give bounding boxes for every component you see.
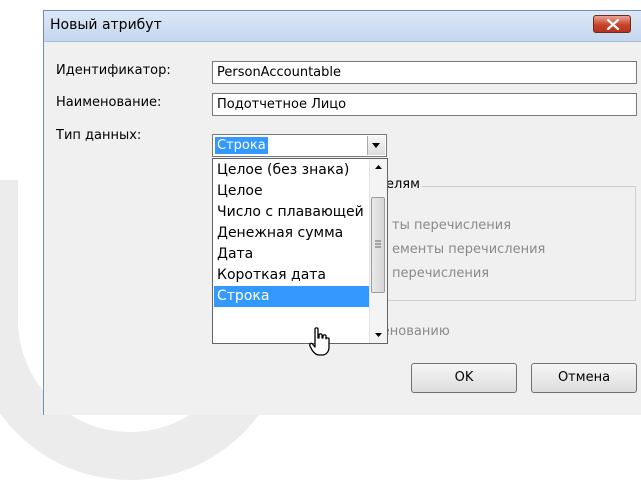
radio-option-1-label[interactable]: ты перечисления	[392, 218, 511, 233]
identifier-field[interactable]: PersonAccountable	[212, 61, 637, 84]
list-item[interactable]: Дата	[214, 244, 369, 265]
identifier-label: Идентификатор:	[56, 63, 171, 78]
new-attribute-dialog: Новый атрибут Идентификатор: PersonAccou…	[43, 10, 641, 415]
title-bar[interactable]: Новый атрибут	[44, 11, 641, 42]
list-item[interactable]: Короткая дата	[214, 265, 369, 286]
datatype-dropdown-list[interactable]: Целое (без знака) Целое Число с плавающе…	[212, 158, 388, 344]
group-title: елям	[384, 177, 422, 192]
dialog-body: Идентификатор: PersonAccountable Наимено…	[44, 42, 641, 415]
list-item[interactable]: Число с плавающей	[214, 202, 369, 223]
name-label: Наименование:	[56, 95, 162, 110]
radio-option-3-label[interactable]: перечисления	[392, 266, 489, 281]
chevron-down-icon[interactable]	[367, 136, 385, 155]
scrollbar-thumb[interactable]	[371, 197, 385, 293]
close-icon	[606, 19, 620, 30]
list-item[interactable]: Целое (без знака)	[214, 160, 369, 181]
datatype-selected-value: Строка	[215, 137, 268, 154]
hand-cursor-icon	[309, 327, 330, 356]
datatype-label: Тип данных:	[56, 128, 142, 143]
dropdown-scrollbar[interactable]	[369, 159, 387, 343]
list-item[interactable]: Денежная сумма	[214, 223, 369, 244]
dialog-title: Новый атрибут	[50, 17, 162, 33]
cancel-button[interactable]: Отмена	[531, 363, 637, 393]
scroll-down-icon[interactable]	[370, 326, 387, 343]
ok-button[interactable]: OK	[411, 363, 517, 393]
close-button[interactable]	[593, 15, 631, 33]
radio-option-2-label[interactable]: ементы перечисления	[392, 242, 545, 257]
scroll-up-icon[interactable]	[370, 159, 387, 176]
list-item[interactable]: Целое	[214, 181, 369, 202]
list-item-selected[interactable]: Строка	[214, 286, 369, 307]
name-field[interactable]: Подотчетное Лицо	[212, 93, 637, 116]
datatype-combobox[interactable]: Строка	[212, 134, 387, 157]
